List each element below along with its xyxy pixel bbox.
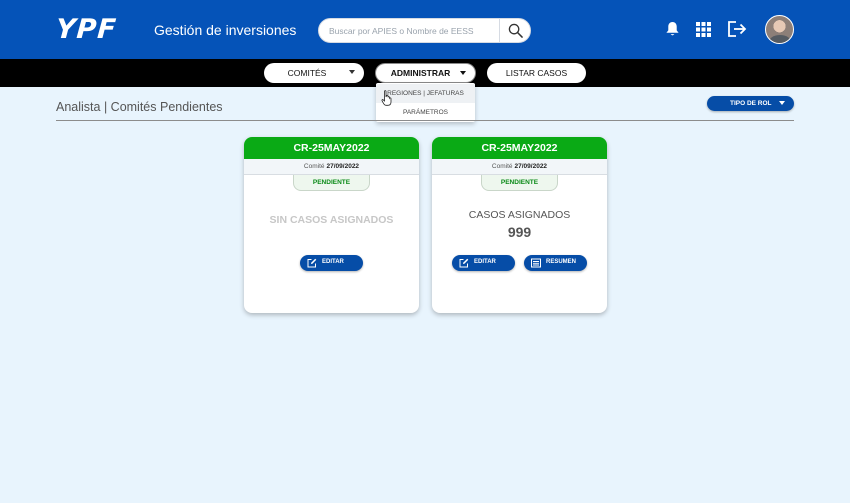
bell-icon <box>665 21 679 36</box>
nav-comites[interactable]: Comités <box>264 63 364 83</box>
card-code: CR-25MAY2022 <box>432 137 607 159</box>
role-type-dropdown[interactable]: Tipo de rol <box>707 96 794 111</box>
card-committee-date: Comité 27/09/2022 <box>432 159 607 175</box>
edit-button-label: Editar <box>322 259 344 265</box>
edit-icon <box>307 258 317 268</box>
edit-button[interactable]: Editar <box>452 255 515 271</box>
card-committee-date: Comité 27/09/2022 <box>244 159 419 175</box>
no-cases-text: SIN CASOS ASIGNADOS <box>269 214 394 226</box>
app-title: Gestión de inversiones <box>154 22 297 38</box>
avatar-shoulders <box>769 35 791 43</box>
edit-button-label: Editar <box>474 259 496 265</box>
committee-label: Comité <box>303 163 325 170</box>
search-button[interactable] <box>499 18 530 43</box>
nav-listar-casos[interactable]: Listar casos <box>487 63 586 83</box>
notifications-button[interactable] <box>660 17 684 41</box>
search-input[interactable] <box>329 19 499 42</box>
menu-item-label: Regiones | Jefaturas <box>387 90 464 97</box>
chevron-down-icon <box>349 70 355 74</box>
edit-button[interactable]: Editar <box>300 255 363 271</box>
assigned-cases-count: 999 <box>507 224 532 240</box>
summary-icon <box>531 258 541 268</box>
edit-icon <box>459 258 469 268</box>
hand-cursor-icon <box>381 90 392 106</box>
page-title: Analista | Comités Pendientes <box>56 100 223 114</box>
search-icon <box>508 23 523 38</box>
committee-card: CR-25MAY2022 Comité 27/09/2022 Pendiente… <box>244 137 419 313</box>
title-divider <box>56 120 794 121</box>
nav-comites-label: Comités <box>287 68 327 78</box>
logout-button[interactable] <box>725 17 749 41</box>
assigned-cases-label: CASOS ASIGNADOS <box>468 209 571 221</box>
ypf-logo[interactable]: YPF <box>54 13 118 45</box>
status-badge: Pendiente <box>293 175 370 191</box>
apps-button[interactable] <box>691 17 715 41</box>
apps-grid-icon <box>695 21 711 37</box>
status-badge: Pendiente <box>481 175 558 191</box>
search-box <box>318 18 531 43</box>
menu-item-label: Parámetros <box>402 109 449 116</box>
chevron-down-icon <box>460 71 466 75</box>
logout-icon <box>728 21 747 37</box>
summary-button[interactable]: Resumen <box>524 255 587 271</box>
role-type-label: Tipo de rol <box>730 100 772 107</box>
committee-label: Comité <box>491 163 513 170</box>
chevron-down-icon <box>779 101 785 105</box>
committee-date: 27/09/2022 <box>326 163 360 170</box>
nav-listar-casos-label: Listar casos <box>505 68 568 78</box>
card-code: CR-25MAY2022 <box>244 137 419 159</box>
committee-date: 27/09/2022 <box>514 163 548 170</box>
committee-card: CR-25MAY2022 Comité 27/09/2022 Pendiente… <box>432 137 607 313</box>
top-header: YPF Gestión de inversiones <box>0 0 850 59</box>
user-avatar[interactable] <box>765 15 794 44</box>
nav-administrar[interactable]: Administrar <box>375 63 476 83</box>
nav-administrar-label: Administrar <box>390 68 451 78</box>
summary-button-label: Resumen <box>546 259 577 265</box>
logo-text: YPF <box>54 13 118 45</box>
